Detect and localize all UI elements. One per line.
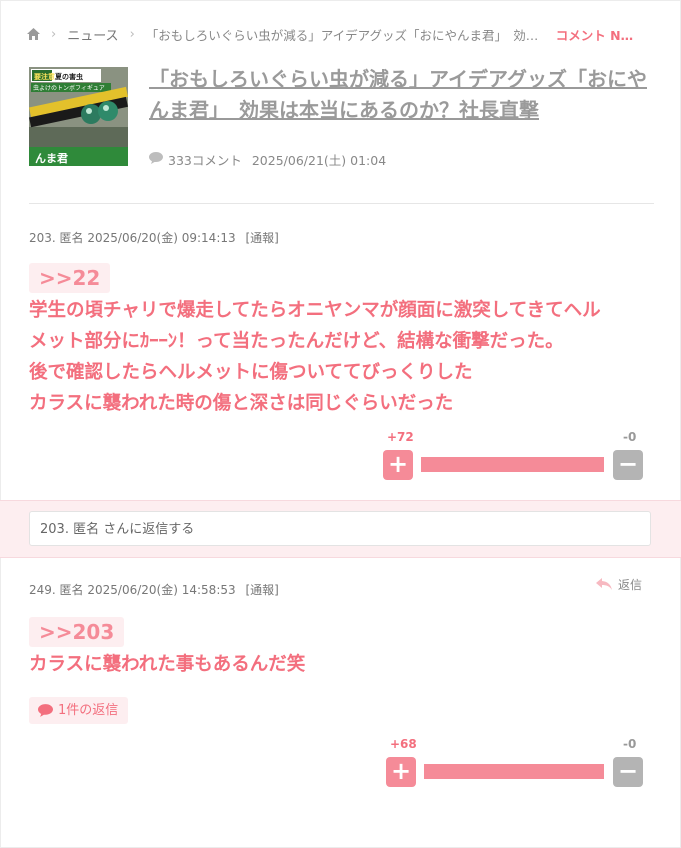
reply-input[interactable]: 203. 匿名 さんに返信する [29,511,651,546]
chevron-right-icon: › [129,26,135,42]
reply-label: 返信 [618,578,643,592]
comment-author: 匿名 [59,231,84,245]
anchor-link[interactable]: >>22 [29,263,111,293]
breadcrumb-comments: コメント N… [555,27,634,43]
comment-line: 学生の頃チャリで爆走してたらオニヤンマが顔面に激突してきてヘル [29,300,601,321]
comment-body: 学生の頃チャリで爆走してたらオニヤンマが顔面に激突してきてヘル メット部分にｶｰ… [29,295,659,419]
minus-button[interactable]: − [613,450,643,480]
comment-number: 203. [29,231,56,245]
minus-button[interactable]: − [613,757,643,787]
chevron-right-icon: › [51,26,57,42]
minus-count: -0 [623,430,637,444]
svg-text:夏の害虫: 夏の害虫 [54,72,83,81]
svg-text:要注意: 要注意 [34,72,55,81]
comment-line: 後で確認したらヘルメットに傷ついててびっくりした [29,362,473,383]
comment-datetime: 2025/06/20(金) 09:14:13 [87,231,236,245]
minus-count: -0 [623,737,637,751]
anchor-link[interactable]: >>203 [29,617,125,647]
plus-count: +72 [387,430,414,444]
plus-count: +68 [390,737,417,751]
home-icon[interactable] [27,28,40,40]
comment-bubble-icon [38,704,53,717]
replies-count: 1件の返信 [58,703,119,718]
comment-line: メット部分にｶｰｰﾝ！って当たったんだけど、結構な衝撃だった。 [29,331,564,352]
comment-number: 249. [29,583,56,597]
svg-text:んま君: んま君 [35,152,68,165]
vote-ratio-bar [424,764,604,779]
article-date: 2025/06/21(土) 01:04 [251,153,387,168]
report-link[interactable]: [通報] [245,231,278,245]
breadcrumb: › ニュース › 「おもしろいぐらい虫が減る」アイデアグッズ「おにやんま君」 効… [27,24,633,44]
replies-button[interactable]: 1件の返信 [29,697,129,724]
article-thumbnail[interactable]: 要注意 夏の害虫 虫よけのトンボフィギュア んま君 [29,67,128,166]
breadcrumb-article[interactable]: 「おもしろいぐらい虫が減る」アイデアグッズ「おにやんま君」 効果は本当にあるのか… [146,25,542,44]
vote-ratio-bar [421,457,604,472]
comment-body: カラスに襲われた事もあるんだ笑 [29,649,659,680]
reply-button[interactable]: 返信 [596,576,642,593]
article-meta: 333コメント 2025/06/21(土) 01:04 [149,150,386,169]
comment-header: 249. 匿名 2025/06/20(金) 14:58:53 [通報] [29,581,279,598]
report-link[interactable]: [通報] [245,583,278,597]
plus-button[interactable]: + [386,757,416,787]
comment-header: 203. 匿名 2025/06/20(金) 09:14:13 [通報] [29,229,279,246]
comment-bubble-icon [149,152,163,167]
plus-button[interactable]: + [383,450,413,480]
breadcrumb-news[interactable]: ニュース [67,25,118,44]
comment-author: 匿名 [59,583,84,597]
comment-line: カラスに襲われた事もあるんだ笑 [29,654,306,675]
reply-arrow-icon [596,578,612,590]
divider [29,203,654,204]
comment-count: 333コメント [168,153,242,168]
comment-datetime: 2025/06/20(金) 14:58:53 [87,583,236,597]
reply-strip: 203. 匿名 さんに返信する [0,500,681,558]
article-title[interactable]: 「おもしろいぐらい虫が減る」アイデアグッズ「おにやんま君」 効果は本当にあるのか… [149,64,655,126]
svg-text:虫よけのトンボフィギュア: 虫よけのトンボフィギュア [33,84,105,92]
comment-line: カラスに襲われた時の傷と深さは同じぐらいだった [29,393,454,414]
